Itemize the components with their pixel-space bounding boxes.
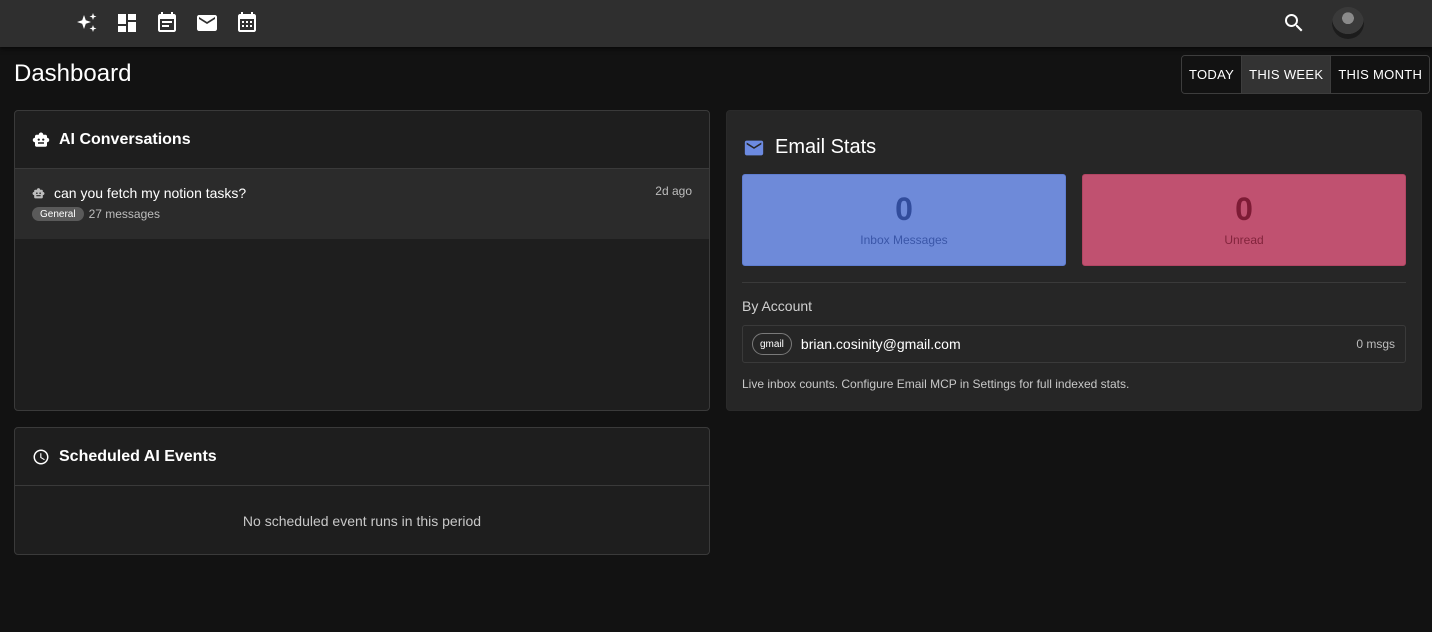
- divider: [742, 282, 1406, 283]
- dashboard-icon[interactable]: [115, 11, 139, 35]
- provider-chip: gmail: [752, 333, 792, 355]
- account-row[interactable]: gmail brian.cosinity@gmail.com 0 msgs: [742, 325, 1406, 363]
- sparkles-icon[interactable]: [75, 11, 99, 35]
- conversation-tag-chip: General: [32, 207, 84, 221]
- app-bar: [0, 0, 1432, 47]
- mail-icon: [744, 140, 764, 155]
- unread-label: Unread: [1224, 233, 1264, 247]
- ai-conversations-title: AI Conversations: [59, 130, 191, 148]
- ai-conversations-header: AI Conversations: [15, 111, 709, 169]
- inbox-messages-stat: 0 Inbox Messages: [742, 174, 1066, 266]
- inbox-messages-count: 0: [895, 191, 913, 227]
- calendar-icon[interactable]: [235, 11, 259, 35]
- account-email: brian.cosinity@gmail.com: [800, 336, 961, 352]
- avatar[interactable]: [1332, 7, 1364, 39]
- conversation-title: can you fetch my notion tasks?: [54, 185, 247, 201]
- account-message-count: 0 msgs: [1356, 337, 1395, 351]
- search-icon[interactable]: [1282, 11, 1306, 35]
- scheduled-events-card: Scheduled AI Events No scheduled event r…: [14, 427, 710, 555]
- clock-icon: [33, 449, 49, 464]
- email-stats-header: Email Stats: [727, 111, 1421, 163]
- robot-icon: [32, 132, 50, 147]
- scheduled-events-header: Scheduled AI Events: [15, 428, 709, 486]
- empty-state-message: No scheduled event runs in this period: [242, 513, 482, 529]
- unread-count: 0: [1235, 191, 1253, 227]
- event-note-icon[interactable]: [155, 11, 179, 35]
- email-stats-note: Live inbox counts. Configure Email MCP i…: [742, 377, 1130, 391]
- range-this-month-button[interactable]: THIS MONTH: [1331, 56, 1430, 93]
- mail-icon[interactable]: [195, 11, 219, 35]
- by-account-label: By Account: [742, 298, 813, 314]
- range-today-button[interactable]: TODAY: [1182, 56, 1243, 93]
- conversation-message-count: 27 messages: [88, 207, 160, 221]
- ai-conversations-card: AI Conversations can you fetch my notion…: [14, 110, 710, 411]
- robot-icon: [32, 187, 45, 198]
- date-range-toggle: TODAY THIS WEEK THIS MONTH: [1181, 55, 1431, 94]
- email-stats-title: Email Stats: [775, 136, 877, 158]
- conversation-list-item[interactable]: can you fetch my notion tasks? 2d ago Ge…: [15, 169, 709, 239]
- scheduled-events-title: Scheduled AI Events: [59, 447, 217, 465]
- range-this-week-button[interactable]: THIS WEEK: [1242, 56, 1332, 93]
- unread-stat: 0 Unread: [1082, 174, 1406, 266]
- email-stats-card: Email Stats 0 Inbox Messages 0 Unread By…: [726, 110, 1422, 411]
- page-title: Dashboard: [14, 60, 132, 87]
- conversation-time: 2d ago: [655, 184, 692, 198]
- inbox-messages-label: Inbox Messages: [860, 233, 948, 247]
